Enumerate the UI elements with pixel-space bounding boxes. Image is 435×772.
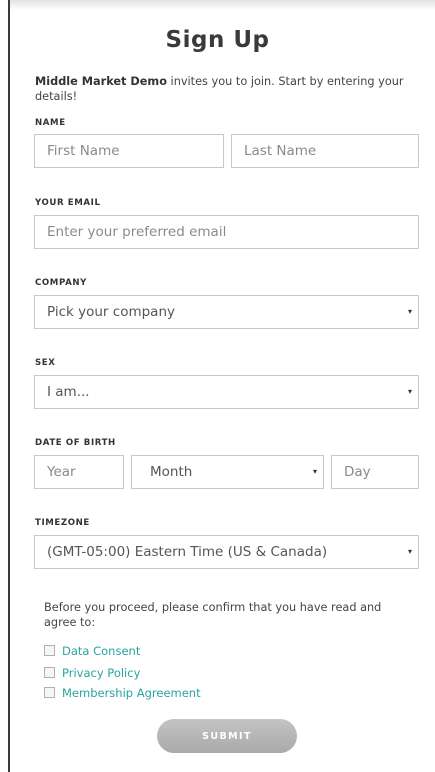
consent-link[interactable]: Membership Agreement bbox=[62, 686, 201, 700]
consent-link[interactable]: Privacy Policy bbox=[62, 666, 140, 680]
name-label: NAME bbox=[35, 118, 66, 128]
consent-intro: Before you proceed, please confirm that … bbox=[44, 601, 382, 629]
sex-select[interactable]: I am... ▾ bbox=[34, 375, 419, 409]
last-name-input[interactable]: Last Name bbox=[231, 134, 419, 168]
timezone-select-value: (GMT-05:00) Eastern Time (US & Canada) bbox=[47, 544, 328, 560]
birth-day-input[interactable]: Day bbox=[331, 455, 419, 489]
page-title: Sign Up bbox=[165, 27, 270, 53]
email-input[interactable]: Enter your preferred email bbox=[34, 215, 419, 249]
checkbox[interactable] bbox=[44, 687, 55, 698]
consent-item-membership-agreement[interactable]: Membership Agreement bbox=[44, 686, 201, 700]
invite-org-name: Middle Market Demo bbox=[35, 75, 167, 88]
birth-month-select[interactable]: Month ▾ bbox=[131, 455, 324, 489]
checkbox[interactable] bbox=[44, 645, 55, 656]
top-shadow bbox=[10, 0, 435, 10]
first-name-input[interactable]: First Name bbox=[34, 134, 224, 168]
chevron-down-icon: ▾ bbox=[312, 467, 317, 476]
dob-label: DATE OF BIRTH bbox=[35, 438, 116, 448]
consent-item-privacy-policy[interactable]: Privacy Policy bbox=[44, 666, 140, 680]
timezone-select[interactable]: (GMT-05:00) Eastern Time (US & Canada) ▾ bbox=[34, 535, 419, 569]
company-label: COMPANY bbox=[35, 278, 87, 288]
email-label: YOUR EMAIL bbox=[35, 198, 101, 208]
company-select[interactable]: Pick your company ▾ bbox=[34, 295, 419, 329]
consent-item-data-consent[interactable]: Data Consent bbox=[44, 644, 140, 658]
sex-select-value: I am... bbox=[47, 384, 90, 400]
birth-year-input[interactable]: Year bbox=[34, 455, 124, 489]
submit-button[interactable]: SUBMIT bbox=[157, 719, 297, 753]
timezone-label: TIMEZONE bbox=[35, 518, 90, 528]
sex-label: SEX bbox=[35, 358, 56, 368]
checkbox[interactable] bbox=[44, 667, 55, 678]
chevron-down-icon: ▾ bbox=[407, 387, 412, 396]
chevron-down-icon: ▾ bbox=[407, 307, 412, 316]
chevron-down-icon: ▾ bbox=[407, 547, 412, 556]
consent-link[interactable]: Data Consent bbox=[62, 644, 140, 658]
company-select-value: Pick your company bbox=[47, 304, 175, 320]
invite-message: Middle Market Demo invites you to join. … bbox=[35, 74, 410, 104]
birth-month-select-value: Month bbox=[150, 464, 193, 480]
left-border bbox=[8, 0, 10, 772]
